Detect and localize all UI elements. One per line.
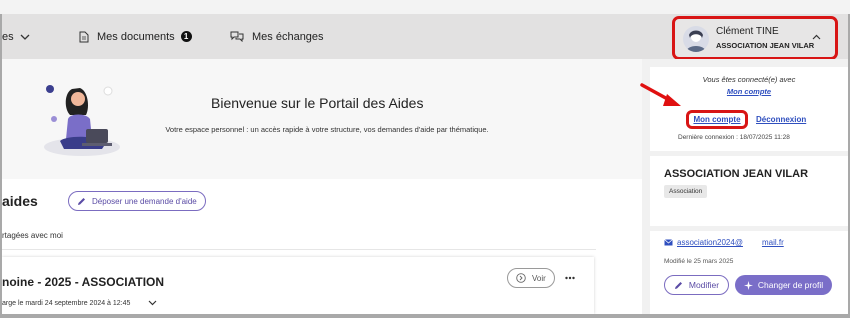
nav-echanges-label: Mes échanges	[252, 30, 324, 43]
nav-documents-label: Mes documents	[97, 30, 175, 43]
shared-with-me-label: rtagées avec moi	[2, 231, 63, 240]
chat-bubbles-icon	[230, 31, 244, 42]
nav-aides-menu[interactable]: es	[2, 14, 30, 59]
organization-contact-box: association2024@ mail.fr Modifié le 25 m…	[650, 231, 848, 314]
user-organization: ASSOCIATION JEAN VILAR	[716, 41, 815, 50]
ellipsis-icon[interactable]	[565, 276, 575, 280]
request-card-date: arge le mardi 24 septembre 2024 à 12:45	[2, 300, 131, 307]
user-name: Clément TINE	[716, 26, 779, 37]
modifier-button[interactable]: Modifier	[664, 275, 729, 295]
chevron-right-circle-icon	[516, 273, 526, 283]
chevron-down-icon[interactable]	[148, 299, 157, 306]
organization-name: ASSOCIATION JEAN VILAR	[664, 168, 809, 180]
request-card-title: noine - 2025 - ASSOCIATION	[2, 275, 165, 289]
voir-button[interactable]: Voir	[507, 268, 555, 288]
welcome-banner: Bienvenue sur le Portail des Aides Votre…	[2, 59, 642, 179]
avatar	[683, 26, 709, 52]
documents-count-badge: 1	[180, 31, 192, 42]
mon-compte-button[interactable]: Mon compte	[686, 110, 748, 129]
nav-mes-documents[interactable]: Mes documents 1	[79, 14, 192, 59]
pencil-icon	[78, 197, 85, 205]
document-icon	[79, 31, 89, 42]
welcome-illustration	[44, 85, 120, 156]
welcome-title: Bienvenue sur le Portail des Aides	[211, 95, 424, 111]
envelope-icon	[664, 239, 673, 246]
voir-label: Voir	[532, 273, 546, 283]
organization-type-tag: Association	[664, 185, 708, 198]
top-navbar: es Mes documents 1 Mes échanges Clément …	[2, 14, 848, 60]
change-profile-label: Changer de profil	[757, 280, 824, 290]
last-login: Dernière connexion : 18/07/2025 11:28	[678, 134, 790, 141]
deposit-button-label: Déposer une demande d'aide	[92, 196, 197, 206]
pencil-icon	[674, 281, 682, 289]
email-part1: association2024@	[677, 238, 743, 247]
email-part2: mail.fr	[761, 238, 784, 247]
chevron-down-icon	[20, 34, 30, 40]
aides-section: aides Déposer une demande d'aide rtagées…	[2, 179, 642, 314]
modified-date: Modifié le 25 mars 2025	[664, 258, 734, 265]
organization-email[interactable]: association2024@ mail.fr	[664, 238, 784, 247]
request-card: noine - 2025 - ASSOCIATION arge le mardi…	[2, 257, 594, 314]
modifier-label: Modifier	[688, 280, 720, 290]
sparkle-icon	[743, 280, 753, 290]
user-menu-button[interactable]: Clément TINE ASSOCIATION JEAN VILAR	[672, 16, 838, 60]
chevron-up-icon	[812, 34, 821, 40]
portal-app: es Mes documents 1 Mes échanges Clément …	[2, 14, 848, 314]
red-arrow-annotation	[640, 83, 681, 106]
welcome-description: Votre espace personnel : un accès rapide…	[165, 125, 489, 134]
change-profile-button[interactable]: Changer de profil	[735, 275, 832, 295]
nav-mes-echanges[interactable]: Mes échanges	[230, 14, 324, 59]
nav-aides-label: es	[2, 30, 14, 43]
deposit-request-button[interactable]: Déposer une demande d'aide	[68, 191, 206, 211]
browser-top-strip	[0, 0, 850, 14]
section-title: aides	[2, 193, 38, 209]
divider	[2, 249, 596, 250]
logout-link[interactable]: Déconnexion	[756, 115, 806, 124]
organization-box: ASSOCIATION JEAN VILAR Association	[650, 156, 848, 226]
main-content: Bienvenue sur le Portail des Aides Votre…	[2, 59, 642, 314]
